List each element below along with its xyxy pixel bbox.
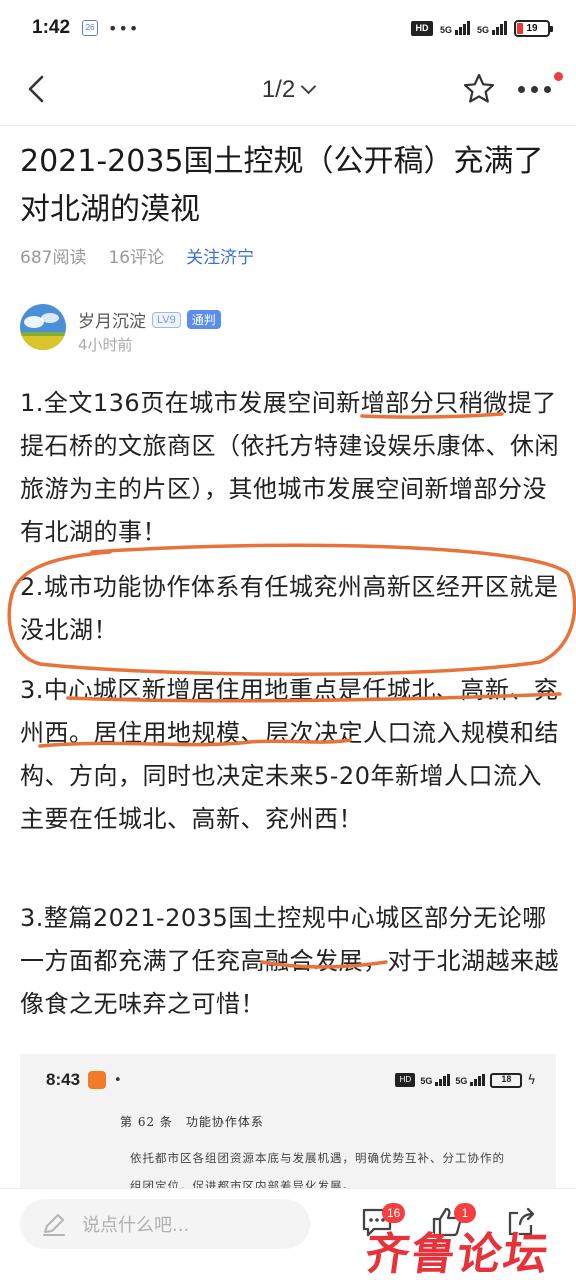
read-count: 687阅读 <box>20 248 87 268</box>
favorite-star-icon[interactable] <box>462 72 496 106</box>
author-name[interactable]: 岁月沉淀 <box>78 307 146 332</box>
network-label-2: 5G <box>476 25 489 35</box>
embedded-text: 依托都市区各组团资源本底与发展机遇，明确优势互补、分工协作的组团定位，促进都市区… <box>130 1151 505 1190</box>
signal-icon: 5G <box>420 1074 451 1086</box>
body-paragraph-3: 3.中心城区新增居住用地重点是任城北、高新、兖州西。居住用地规模、层次决定人口流… <box>20 676 559 833</box>
embedded-time: 8:43 <box>46 1070 81 1089</box>
network-label-2: 5G <box>455 1076 468 1086</box>
battery-icon: 19 <box>514 19 553 37</box>
more-notifications-icon: • <box>114 1072 122 1088</box>
status-time: 1:42 <box>32 17 71 38</box>
network-label: 5G <box>439 25 452 35</box>
pencil-icon <box>43 1214 65 1236</box>
comment-count: 16评论 <box>108 248 165 268</box>
forum-watermark-logo: 齐鲁论坛 <box>361 1229 553 1280</box>
avatar[interactable] <box>20 304 66 350</box>
nav-bar: 1/2 <box>0 56 576 124</box>
battery-level: 19 <box>526 22 538 34</box>
embedded-status-bar: 8:43 • HD 5G 5G 18 ϟ <box>20 1054 556 1106</box>
battery-icon: 18 <box>490 1072 523 1088</box>
follow-link[interactable]: 关注济宁 <box>186 243 254 268</box>
embedded-image[interactable]: 8:43 • HD 5G 5G 18 ϟ 第 62 条 功能协作体系 依托都市区… <box>20 1054 556 1190</box>
article-meta: 687阅读 16评论 关注济宁 <box>20 243 254 268</box>
divider <box>0 125 576 126</box>
signal-icon: 5G <box>440 21 470 35</box>
calendar-icon: 26 <box>82 20 99 36</box>
embedded-heading: 第 62 条 功能协作体系 <box>120 1115 264 1129</box>
body-paragraph-4: 3.整篇2021-2035国土控规中心城区部分无论哪一方面都充满了任兖高融合发展… <box>20 904 559 1018</box>
page-indicator: 1/2 <box>261 76 296 103</box>
charging-icon: ϟ <box>527 1072 536 1088</box>
embedded-battery-level: 18 <box>501 1073 512 1084</box>
signal-icon-2: 5G <box>455 1074 486 1086</box>
more-options-icon[interactable] <box>518 86 551 93</box>
author-info: 岁月沉淀 LV9 通判 <box>78 307 221 332</box>
article-title: 2021-2035国土控规（公开稿）充满了对北湖的漠视 <box>20 144 544 227</box>
role-badge: 通判 <box>186 310 221 329</box>
status-bar: 1:42 26 ••• HD 5G 5G 19 <box>0 0 576 56</box>
comment-input[interactable]: 说点什么吧... <box>20 1199 310 1249</box>
body-paragraph-2: 2.城市功能协作体系有任城兖州高新区经开区就是没北湖！ <box>20 573 559 644</box>
body-paragraph-1: 1.全文136页在城市发展空间新增部分只稍微提了提石桥的文旅商区（依托方特建设娱… <box>20 389 559 546</box>
chevron-down-icon <box>300 78 317 95</box>
comment-placeholder: 说点什么吧... <box>82 1215 190 1236</box>
post-time: 4小时前 <box>78 336 133 354</box>
app-icon <box>88 1071 107 1089</box>
network-label: 5G <box>420 1076 433 1086</box>
hd-icon: HD <box>410 20 433 36</box>
hd-icon: HD <box>395 1073 416 1087</box>
notification-dot <box>554 72 563 81</box>
signal-icon-2: 5G <box>477 21 507 35</box>
level-badge: LV9 <box>152 311 181 328</box>
more-notifications-icon: ••• <box>108 18 140 38</box>
